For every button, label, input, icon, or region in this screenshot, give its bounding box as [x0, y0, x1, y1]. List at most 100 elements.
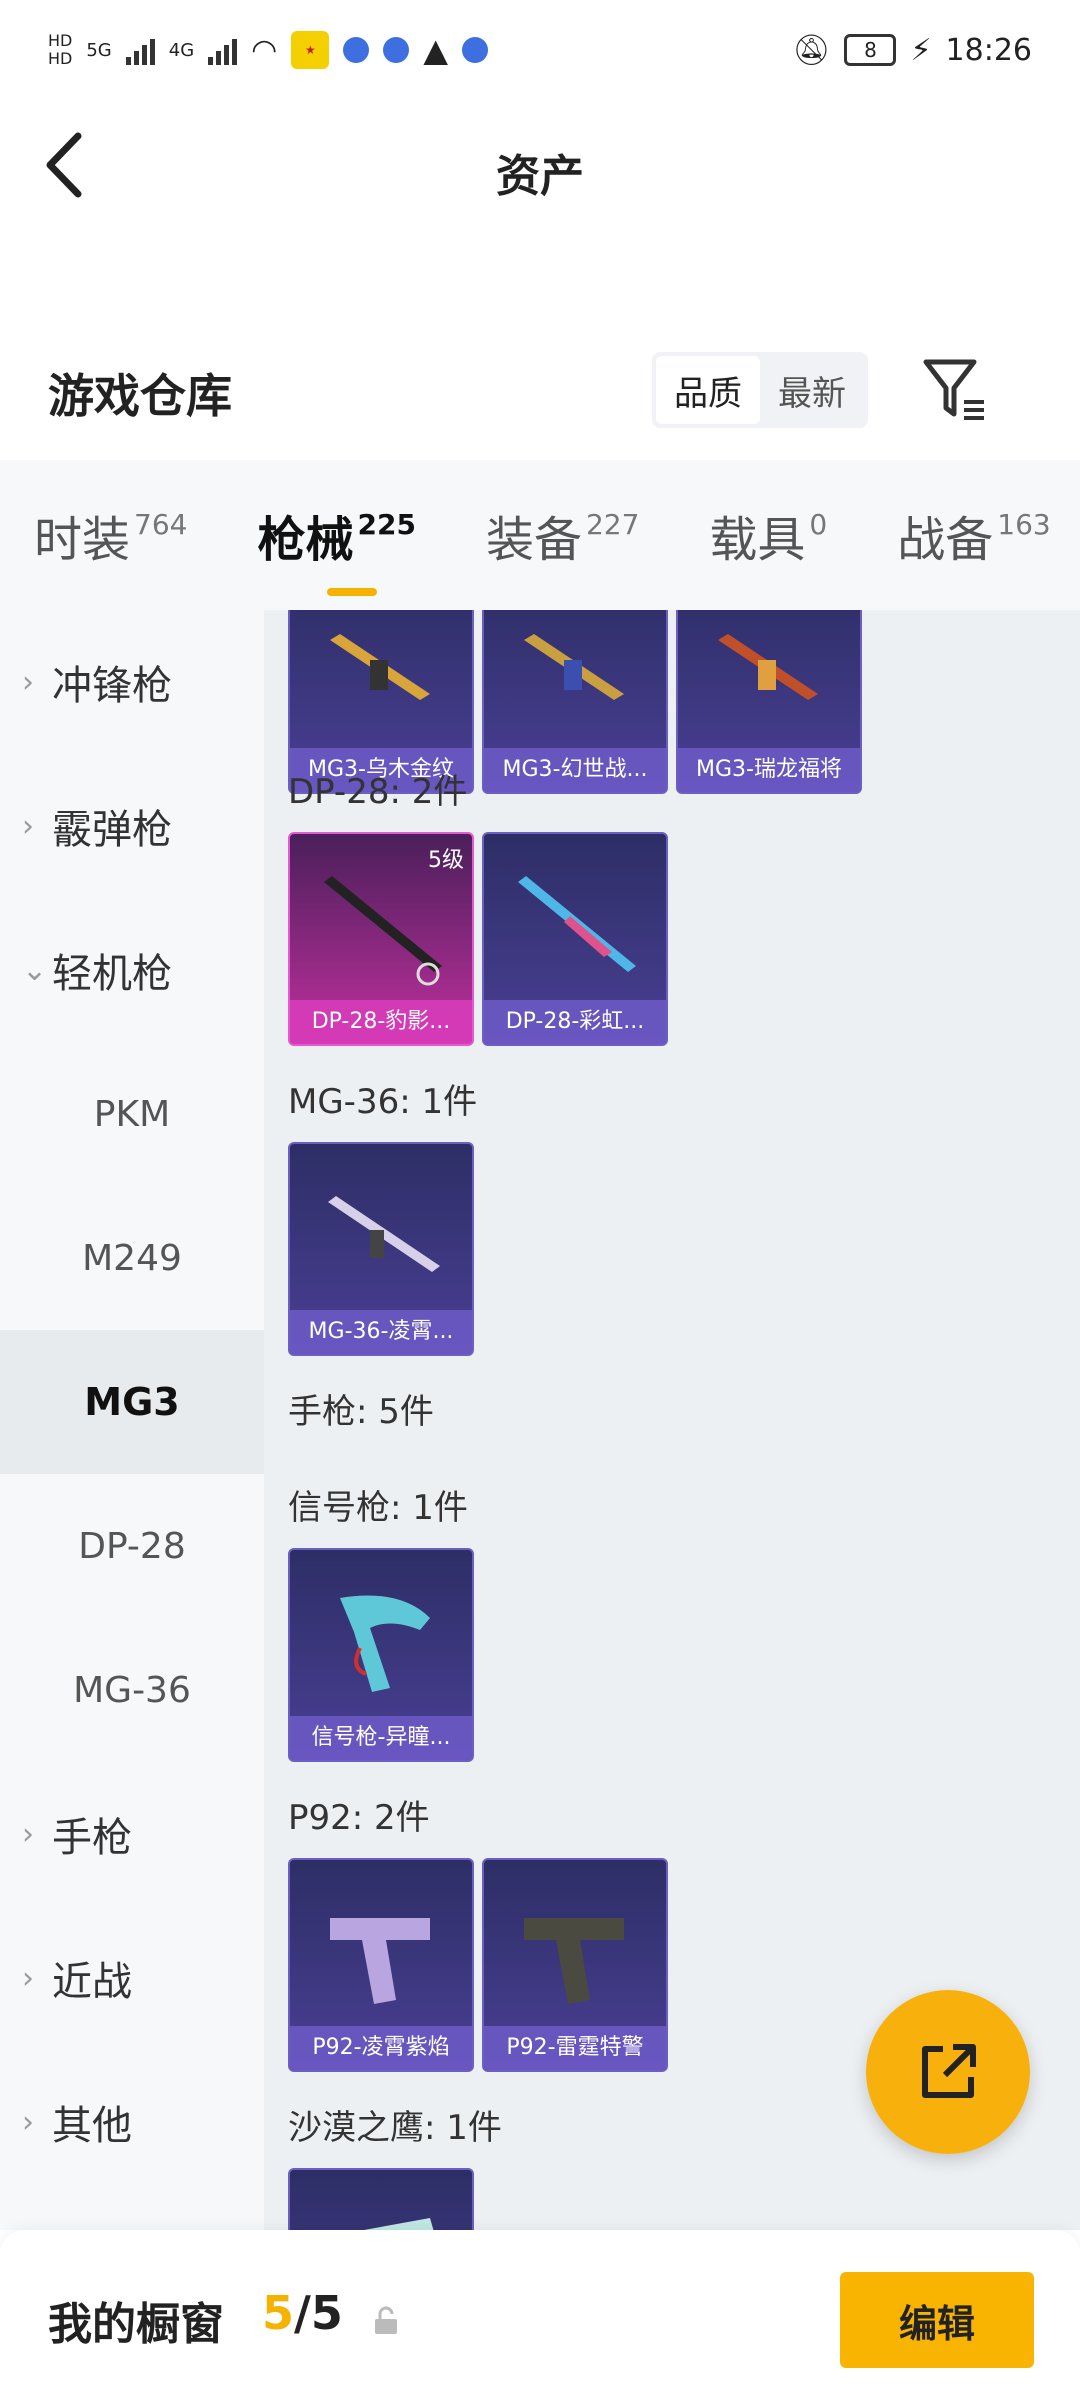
skin-card[interactable]: 信号枪-异瞳... — [288, 1548, 474, 1762]
sidebar-item-melee[interactable]: › 近战 — [0, 1906, 264, 2050]
sidebar-subitem-dp28[interactable]: DP-28 — [0, 1474, 264, 1618]
sidebar-item-lmg[interactable]: ⌄ 轻机枪 — [0, 898, 264, 1042]
group-label-desert-eagle: 沙漠之鹰: 1件 — [288, 2108, 502, 2148]
mute-bell-icon: 🔕︎ — [792, 32, 831, 68]
skin-card[interactable]: MG3-幻世战... — [482, 610, 668, 794]
sidebar-subitem-m249[interactable]: M249 — [0, 1186, 264, 1330]
sort-option-quality[interactable]: 品质 — [656, 356, 760, 424]
funnel-icon — [923, 359, 984, 420]
sidebar-item-other[interactable]: › 其他 — [0, 2050, 264, 2194]
tab-label: 枪械 — [257, 512, 354, 568]
weapon-category-sidebar: › 冲锋枪 › 霰弹枪 ⌄ 轻机枪 PKM M249 MG3 DP-28 MG-36 … — [0, 610, 264, 2230]
sidebar-item-label: 轻机枪 — [52, 951, 172, 997]
app-icon-blue-2 — [383, 37, 410, 63]
warehouse-header: 游戏仓库 品质 最新 — [0, 340, 1080, 440]
sidebar-subitem-pkm[interactable]: PKM — [0, 1042, 264, 1186]
battery-level: 8 — [864, 38, 877, 62]
battery-icon: 8 — [844, 34, 897, 66]
tab-count: 163 — [997, 508, 1051, 541]
filter-icon[interactable] — [920, 354, 990, 424]
wifi-icon: ◠ — [251, 32, 278, 68]
chevron-right-icon: › — [22, 664, 34, 700]
qq-icon: ▲ — [423, 31, 448, 69]
pistol-icon — [364, 2218, 434, 2230]
flare-gun-icon — [340, 1595, 430, 1692]
tab-firearms[interactable]: 枪械 225 — [257, 500, 416, 596]
sidebar-subitem-mg3[interactable]: MG3 — [0, 1330, 264, 1474]
skin-card[interactable]: MG-36-凌霄... — [288, 1142, 474, 1356]
sidebar-item-label: 霰弹枪 — [52, 807, 172, 853]
sort-toggle: 品质 最新 — [652, 352, 868, 428]
edit-button[interactable]: 编辑 — [840, 2272, 1034, 2368]
tab-label: 装备 — [485, 512, 582, 568]
tab-active-indicator — [326, 588, 377, 596]
tab-label: 时装 — [34, 512, 131, 568]
skin-card[interactable]: P92-凌霄紫焰 — [288, 1858, 474, 2072]
showcase-count-current: 5 — [262, 2286, 295, 2340]
sidebar-item-label: 近战 — [52, 1959, 132, 2005]
sidebar-item-label: 其他 — [52, 2103, 132, 2149]
pistol-icon — [524, 1918, 624, 2004]
tab-equipment[interactable]: 装备 227 — [486, 500, 639, 570]
app-icon-blue-1 — [343, 37, 370, 63]
skin-name: P92-凌霄紫焰 — [290, 2026, 472, 2070]
chevron-right-icon: › — [22, 2104, 34, 2140]
skin-card[interactable]: P92-雷霆特警 — [482, 1858, 668, 2072]
skin-card[interactable]: 5级 DP-28-豹影... — [288, 832, 474, 1046]
machine-gun-icon — [324, 876, 442, 986]
header: 资产 — [0, 100, 1080, 240]
tab-supplies[interactable]: 战备 163 — [897, 500, 1050, 570]
share-button[interactable] — [866, 1990, 1030, 2154]
chevron-down-icon: ⌄ — [22, 952, 48, 988]
machine-gun-icon — [328, 1196, 440, 1272]
lock-icon — [375, 2306, 397, 2334]
skin-card[interactable]: DP-28-彩虹... — [482, 832, 668, 1046]
skin-card[interactable] — [288, 2168, 474, 2230]
sidebar-subitem-mg36[interactable]: MG-36 — [0, 1618, 264, 1762]
group-label-dp28: DP-28: 2件 — [288, 772, 468, 812]
skin-name: MG-36-凌霄... — [290, 1310, 472, 1354]
chevron-right-icon: › — [22, 1816, 34, 1852]
skin-grid: MG3-乌木金纹 MG3-幻世战... MG3-瑞龙福将 DP-28: 2件 5… — [264, 610, 1080, 2230]
status-right: 🔕︎ 8 ⚡︎ 18:26 — [792, 33, 1032, 68]
signal-icon-2 — [208, 35, 238, 65]
sort-option-newest[interactable]: 最新 — [760, 356, 864, 424]
clock: 18:26 — [945, 32, 1032, 68]
app-icon-blue-3 — [461, 37, 488, 63]
app-notification-icon: ★ — [291, 31, 330, 69]
skin-name: DP-28-彩虹... — [484, 1000, 666, 1044]
tab-label: 战备 — [897, 512, 994, 568]
external-link-icon — [922, 2044, 976, 2098]
tab-vehicles[interactable]: 载具 0 — [709, 500, 827, 570]
machine-gun-icon — [330, 634, 430, 700]
skin-name: DP-28-豹影... — [290, 1000, 472, 1044]
showcase-count-sep: / — [294, 2286, 311, 2340]
tab-count: 227 — [585, 508, 640, 541]
sidebar-item-shotgun[interactable]: › 霰弹枪 — [0, 754, 264, 898]
showcase-count-total: 5 — [310, 2286, 343, 2340]
hd-icon: HD HD — [48, 31, 73, 68]
sidebar-item-label: 冲锋枪 — [52, 663, 172, 709]
skin-name: MG3-幻世战... — [484, 748, 666, 792]
sidebar-item-smg[interactable]: › 冲锋枪 — [0, 610, 264, 754]
sidebar-item-label: 手枪 — [52, 1815, 132, 1861]
machine-gun-icon — [718, 634, 818, 700]
skin-name: MG3-瑞龙福将 — [678, 748, 860, 792]
group-label-flare-gun: 信号枪: 1件 — [288, 1488, 468, 1528]
status-bar: HD HD 5G 4G ◠ ★ ▲ 🔕︎ 8 ⚡︎ 18:26 — [0, 0, 1080, 100]
sidebar-item-pistol[interactable]: › 手枪 — [0, 1762, 264, 1906]
status-left: HD HD 5G 4G ◠ ★ ▲ — [48, 31, 488, 69]
chevron-right-icon: › — [22, 808, 34, 844]
group-label-pistol: 手枪: 5件 — [288, 1392, 434, 1432]
tab-costume[interactable]: 时装 764 — [34, 500, 187, 570]
showcase-label: 我的橱窗 — [48, 2299, 224, 2350]
warehouse-title: 游戏仓库 — [48, 369, 232, 423]
group-label-mg36: MG-36: 1件 — [288, 1082, 478, 1122]
tab-count: 764 — [134, 508, 188, 541]
charging-icon: ⚡︎ — [910, 32, 932, 68]
group-label-p92: P92: 2件 — [288, 1798, 430, 1838]
skin-card[interactable]: MG3-瑞龙福将 — [676, 610, 862, 794]
showcase-bar: 我的橱窗 5/5 编辑 — [0, 2230, 1080, 2400]
tab-label: 载具 — [709, 512, 806, 568]
category-tabs: 时装 764 枪械 225 装备 227 载具 0 战备 163 — [0, 460, 1080, 610]
